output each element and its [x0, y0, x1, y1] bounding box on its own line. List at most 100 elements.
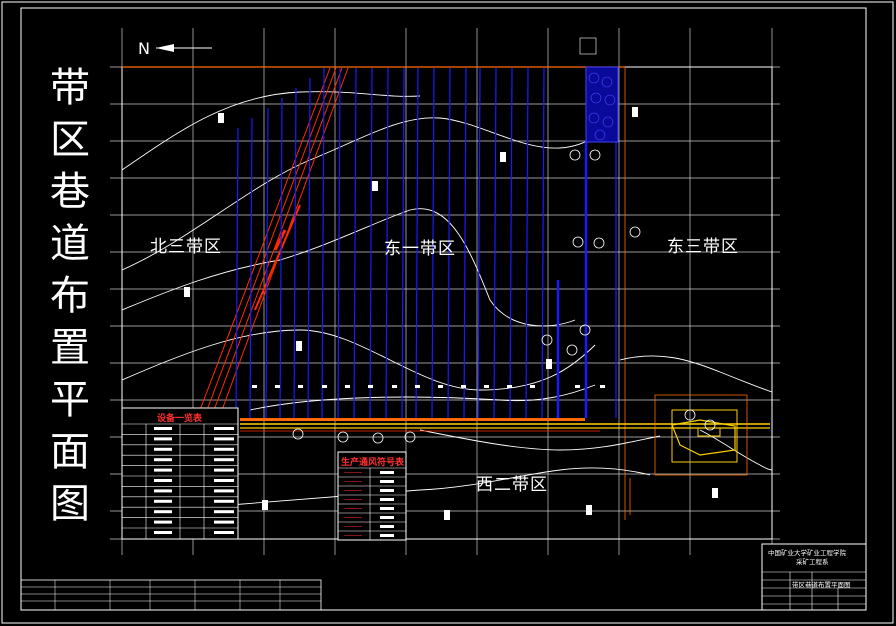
title-char: 面 [50, 429, 90, 475]
roadway-line [235, 127, 239, 419]
title-char: 巷 [50, 169, 90, 215]
ventilation-dash [600, 385, 605, 388]
zone-label-east-three: 东三带区 [667, 237, 739, 257]
equipment-table-cell [154, 489, 172, 493]
roadway-line [493, 67, 497, 419]
goaf-area [585, 66, 619, 143]
title-block-dept: 采矿工程系 [796, 558, 829, 566]
borehole-marker [372, 181, 378, 191]
equipment-table-cell [154, 499, 172, 503]
equipment-table-title: 设备一览表 [157, 414, 203, 424]
equipment-table-cell [214, 510, 234, 514]
ventilation-dash [461, 385, 466, 388]
roadway-line [525, 67, 529, 419]
roadway-line [337, 67, 341, 419]
equipment-table-cell [214, 531, 234, 534]
zone-label-north-three: 北三带区 [150, 237, 222, 257]
scale-marker [579, 37, 597, 55]
ventilation-dash [415, 385, 420, 388]
ventilation-dash [345, 385, 350, 388]
equipment-table-cell [154, 531, 172, 534]
equipment-table [121, 407, 239, 540]
equipment-table-cell [154, 479, 172, 482]
title-char: 区 [50, 117, 90, 163]
equipment-table-cell [214, 489, 234, 493]
roadway-line [265, 107, 269, 419]
equipment-table-cell [214, 427, 234, 430]
roadway-line [477, 67, 481, 419]
title-block-org: 中国矿业大学矿业工程学院 [768, 549, 846, 557]
equipment-table-cell [154, 520, 172, 524]
roadway-line [541, 67, 545, 419]
borehole-marker [712, 488, 718, 498]
ventilation-dash [275, 385, 280, 388]
zone-label-west-two: 西二带区 [476, 475, 548, 495]
north-arrow: N [138, 39, 212, 58]
equipment-table-cell [214, 437, 234, 441]
title-char: 带 [50, 65, 90, 111]
drawing-canvas: N [1, 1, 894, 624]
ventilation-table-cell [380, 534, 394, 537]
equipment-table-cell [214, 468, 234, 472]
equipment-table-cell [154, 437, 172, 441]
roadway-line [369, 67, 373, 419]
equipment-table-cell [154, 510, 172, 514]
title-char: 道 [50, 221, 90, 267]
map-symbol-circle [566, 344, 578, 356]
roadway-line [307, 77, 311, 419]
borehole-marker [546, 359, 552, 369]
ventilation-markers [252, 385, 605, 388]
title-char: 布 [50, 273, 90, 319]
map-symbol-circle [629, 226, 641, 238]
ventilation-table-cell [380, 516, 394, 519]
map-symbol-circle [541, 334, 553, 346]
roadway-line [509, 67, 513, 419]
equipment-table-cell [214, 499, 234, 503]
borehole-marker [184, 287, 190, 297]
drawing-title: 带 区 巷 道 布 置 平 面 图 [44, 62, 96, 530]
ventilation-dash [392, 385, 397, 388]
zone-label-east-one: 东一带区 [384, 239, 456, 259]
equipment-table-cell [154, 447, 172, 451]
equipment-table-cell [214, 479, 234, 482]
ventilation-dash [252, 385, 257, 388]
map-symbol-circle [572, 236, 584, 248]
ventilation-dash [298, 385, 303, 388]
title-block-drawing-name: 带区巷道布置平面图 [792, 581, 851, 589]
title-char: 置 [50, 325, 90, 371]
map-symbol-circle [569, 149, 581, 161]
ventilation-table-cell [380, 507, 394, 510]
roadway-line [249, 117, 253, 419]
ventilation-dash [322, 385, 327, 388]
ventilation-dash [484, 385, 489, 388]
map-symbol-circle [589, 149, 601, 161]
title-char: 图 [50, 481, 90, 527]
ventilation-table-title: 生产通风符号表 [341, 458, 405, 468]
borehole-marker [500, 152, 506, 162]
ventilation-dash [530, 385, 535, 388]
equipment-table-cell [214, 520, 234, 524]
ventilation-dash [438, 385, 443, 388]
roadway-line [293, 87, 297, 419]
shaft-yard [629, 394, 748, 515]
map-symbol-circle [292, 428, 304, 440]
revision-table [20, 579, 322, 611]
map-symbol-circle [372, 432, 384, 444]
equipment-table-cell [154, 427, 172, 430]
borehole-marker [218, 113, 224, 123]
ventilation-table-cell [380, 525, 394, 528]
equipment-table-cell [214, 458, 234, 462]
borehole-marker [586, 505, 592, 515]
equipment-table-cell [154, 458, 172, 462]
title-char: 平 [50, 377, 90, 423]
borehole-marker [262, 500, 268, 510]
ventilation-table-cell [380, 498, 394, 501]
roadway-line [353, 67, 357, 419]
borehole-marker [444, 510, 450, 520]
ventilation-dash [575, 385, 580, 388]
north-label: N [138, 39, 150, 58]
roadway-line [279, 97, 283, 419]
ventilation-dash [507, 385, 512, 388]
equipment-table-cell [154, 468, 172, 472]
borehole-marker [296, 341, 302, 351]
